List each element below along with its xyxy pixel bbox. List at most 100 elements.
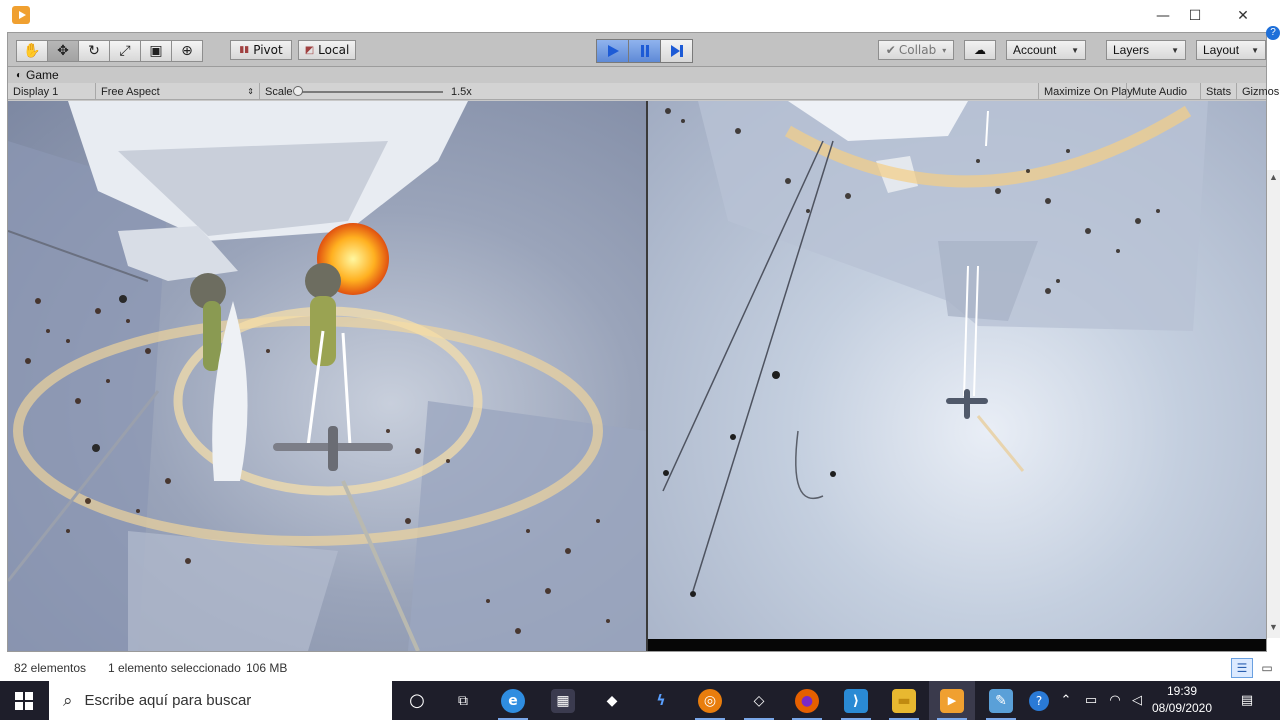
search-placeholder: Escribe aquí para buscar — [84, 692, 252, 709]
scrollbar[interactable]: ▲ ▼ — [1267, 170, 1280, 638]
unity-hub-app[interactable]: ◇ — [736, 681, 782, 720]
layers-dropdown[interactable]: Layers ▼ — [1106, 40, 1186, 60]
game-tab-label: Game — [26, 68, 59, 82]
unity-editor: ✋ ✥ ↻ ⤢ ▣ ⊕ ▮▮ Pivot ◩ Local ✔ Collab ▾ … — [7, 32, 1279, 652]
projectile — [663, 470, 669, 476]
wifi-icon[interactable]: ◠ — [1104, 681, 1126, 720]
visual-studio-app[interactable]: ϟ — [638, 681, 684, 720]
status-bar: 82 elementos 1 elemento seleccionado 106… — [0, 655, 1280, 681]
paint-icon: ✎ — [989, 688, 1013, 713]
pause-button[interactable] — [628, 39, 661, 63]
rect-tool-icon[interactable]: ▣ — [140, 40, 172, 62]
dropbox-app[interactable]: ◆ — [589, 681, 635, 720]
battery-icon[interactable]: ▭ — [1080, 681, 1102, 720]
main-toolbar: ✋ ✥ ↻ ⤢ ▣ ⊕ ▮▮ Pivot ◩ Local ✔ Collab ▾ … — [8, 33, 1266, 67]
chevron-up-icon[interactable]: ⌃ — [1056, 681, 1076, 720]
player-app[interactable]: ▶ — [929, 681, 975, 720]
thumbnail-view-icon[interactable]: ▭ — [1256, 658, 1278, 678]
edge-app[interactable]: e — [490, 681, 536, 720]
tab-game[interactable]: ◐ Game — [10, 67, 65, 83]
vscode-icon: ⟩ — [844, 688, 868, 713]
play-button[interactable] — [596, 39, 629, 63]
game-view-right[interactable] — [648, 101, 1266, 651]
player-plane — [273, 426, 393, 471]
display-dropdown[interactable]: Display 1 — [8, 83, 96, 100]
contrail — [341, 480, 420, 651]
task-view-button[interactable]: ⧉ — [440, 681, 486, 720]
layers-label: Layers — [1113, 43, 1150, 57]
folder-icon: ▬ — [892, 688, 916, 713]
letterbox-bar — [648, 639, 1266, 651]
start-button[interactable] — [0, 681, 48, 720]
chevron-down-icon: ▼ — [1251, 45, 1259, 55]
projectile — [690, 591, 696, 597]
move-tool-icon[interactable]: ✥ — [47, 40, 79, 62]
cortana-button[interactable]: ○ — [394, 681, 440, 720]
projectile — [92, 444, 100, 452]
chevron-down-icon[interactable]: ▼ — [1269, 622, 1278, 632]
details-view-icon[interactable]: ☰ — [1231, 658, 1253, 678]
cloud-icon: ☁ — [974, 43, 986, 57]
search-input[interactable]: ⌕ Escribe aquí para buscar — [49, 681, 392, 720]
firefox-icon: ● — [795, 688, 819, 713]
game-view-toolbar: Display 1 Free Aspect ⇕ Scale 1.5x Maxim… — [8, 83, 1279, 100]
game-view-left[interactable] — [8, 101, 646, 651]
volume-icon[interactable]: ◁ — [1126, 681, 1148, 720]
visual-studio-icon: ϟ — [656, 692, 666, 709]
status-element-count: 82 elementos — [14, 661, 87, 675]
store-app[interactable]: ▦ — [540, 681, 586, 720]
gizmos-toggle[interactable]: Gizmos — [1236, 83, 1279, 100]
collab-button[interactable]: ✔ Collab ▾ — [878, 40, 954, 60]
help-icon[interactable]: ? — [1266, 26, 1280, 40]
clock-time: 19:39 — [1166, 684, 1198, 698]
chevron-updown-icon: ⇕ — [247, 87, 254, 96]
firefox-app[interactable]: ● — [784, 681, 830, 720]
layout-dropdown[interactable]: Layout ▼ — [1196, 40, 1266, 60]
game-scene-left — [8, 101, 646, 651]
display-label: Display 1 — [13, 85, 59, 98]
question-icon: ? — [1029, 690, 1049, 711]
help-tray-icon[interactable]: ? — [1024, 681, 1054, 720]
transform-tool-icon[interactable]: ⊕ — [171, 40, 203, 62]
cloud-button[interactable]: ☁ — [964, 40, 996, 60]
paint-app[interactable]: ✎ — [978, 681, 1024, 720]
chevron-down-icon: ▼ — [1171, 45, 1179, 55]
edge-icon: e — [501, 688, 525, 713]
store-icon: ▦ — [551, 688, 575, 713]
rotate-tool-icon[interactable]: ↻ — [78, 40, 110, 62]
pivot-button[interactable]: ▮▮ Pivot — [230, 40, 292, 60]
scale-slider-track[interactable] — [298, 91, 443, 93]
cortana-icon: ○ — [409, 690, 425, 711]
blender-app[interactable]: ◎ — [687, 681, 733, 720]
player-icon: ▶ — [940, 688, 964, 713]
window-titlebar: — ☐ ✕ — [0, 0, 1280, 32]
terrain-slab — [128, 531, 338, 651]
enemy-plane — [946, 389, 988, 419]
clock[interactable]: 19:39 08/09/2020 — [1148, 683, 1216, 719]
account-dropdown[interactable]: Account ▼ — [1006, 40, 1086, 60]
close-button[interactable]: ✕ — [1220, 4, 1266, 28]
transform-tools: ✋ ✥ ↻ ⤢ ▣ ⊕ — [16, 40, 203, 62]
game-tabbar: ◐ Game — [8, 67, 1266, 83]
vscode-app[interactable]: ⟩ — [833, 681, 879, 720]
mute-audio-toggle[interactable]: Mute Audio — [1126, 83, 1192, 100]
taskbar: ⌕ Escribe aquí para buscar ○ ⧉ e ▦ ◆ ϟ ◎… — [0, 681, 1280, 720]
scale-slider-thumb[interactable] — [293, 86, 303, 96]
hand-tool-icon[interactable]: ✋ — [16, 40, 48, 62]
game-tab-icon: ◐ — [16, 69, 23, 81]
step-button[interactable] — [660, 39, 693, 63]
chevron-up-icon[interactable]: ▲ — [1269, 172, 1278, 182]
unity-icon: ◇ — [753, 692, 765, 709]
file-explorer-app[interactable]: ▬ — [881, 681, 927, 720]
scale-tool-icon[interactable]: ⤢ — [109, 40, 141, 62]
play-icon — [607, 45, 619, 57]
maximize-on-play-toggle[interactable]: Maximize On Play — [1038, 83, 1138, 100]
game-scene-right — [662, 101, 1208, 597]
aspect-dropdown[interactable]: Free Aspect ⇕ — [96, 83, 260, 100]
projectile — [119, 295, 127, 303]
stats-toggle[interactable]: Stats — [1200, 83, 1236, 100]
app-icon — [12, 6, 30, 24]
maximize-button[interactable]: ☐ — [1172, 4, 1218, 28]
notification-icon[interactable]: ▤ — [1232, 681, 1262, 720]
local-button[interactable]: ◩ Local — [298, 40, 356, 60]
